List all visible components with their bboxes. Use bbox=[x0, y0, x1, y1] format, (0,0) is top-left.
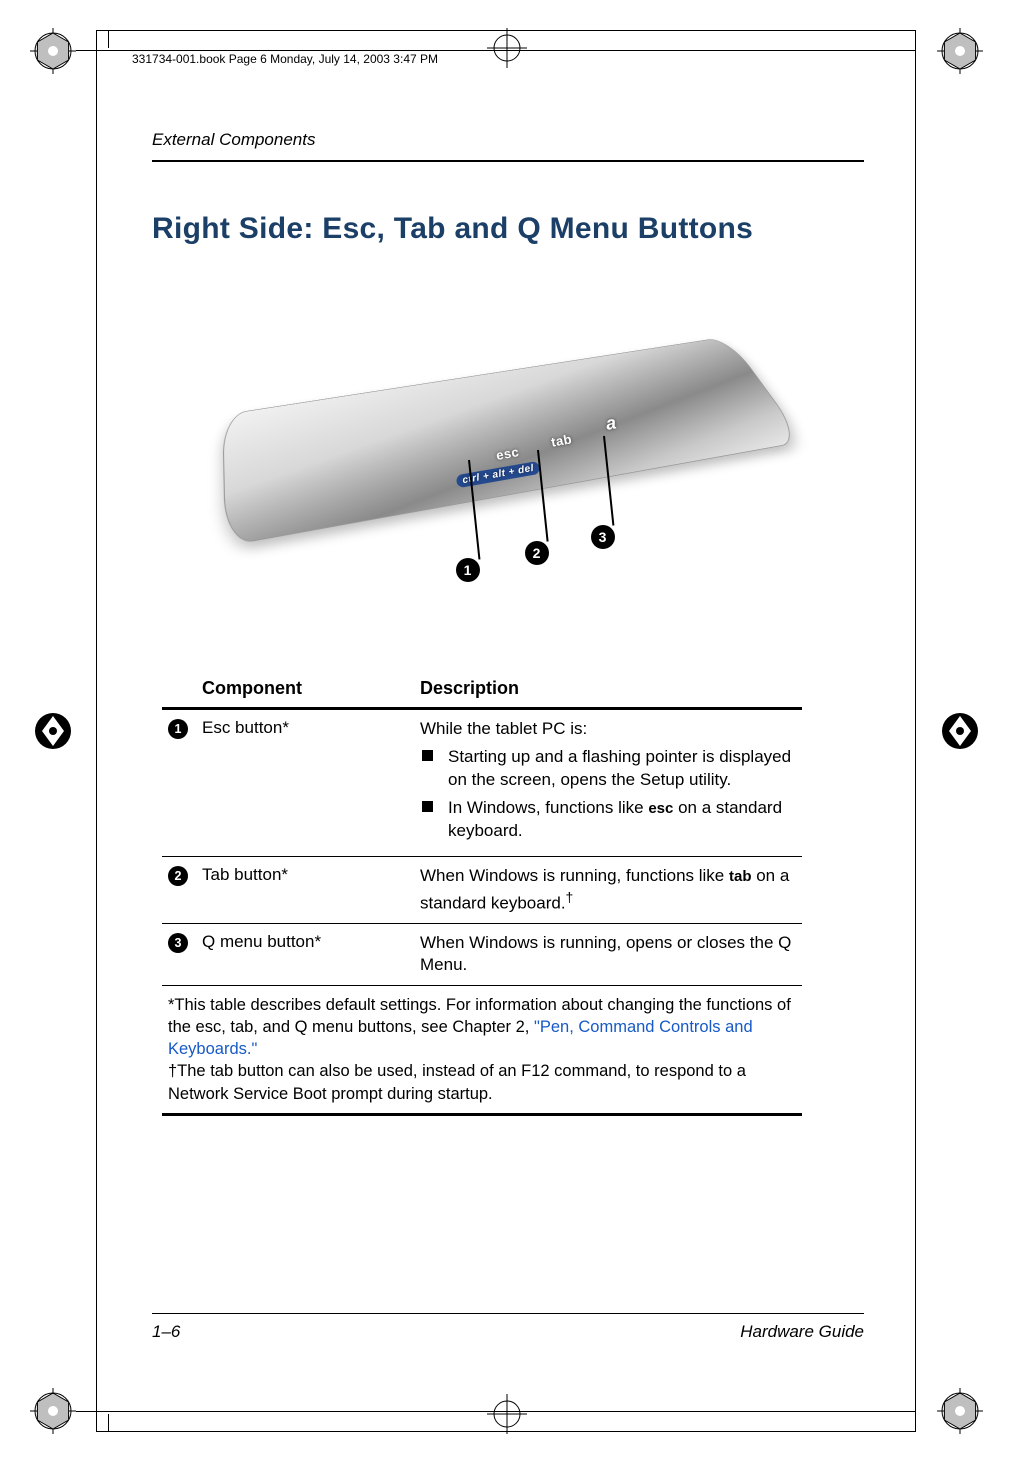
description-text: When Windows is running, functions like … bbox=[420, 865, 796, 915]
registration-mark-icon bbox=[937, 1388, 983, 1434]
row-number-icon: 2 bbox=[168, 866, 188, 886]
section-title: Right Side: Esc, Tab and Q Menu Buttons bbox=[152, 212, 864, 246]
components-table: Component Description 1 Esc button* Whil… bbox=[162, 678, 802, 1116]
registration-mark-icon bbox=[937, 28, 983, 74]
row-number-icon: 3 bbox=[168, 933, 188, 953]
page-content: External Components Right Side: Esc, Tab… bbox=[152, 130, 864, 1116]
registration-mark-icon bbox=[30, 1388, 76, 1434]
component-name: Tab button* bbox=[196, 857, 414, 924]
description-intro: While the tablet PC is: bbox=[420, 718, 796, 740]
footnote-dagger: †The tab button can also be used, instea… bbox=[168, 1060, 796, 1105]
description-bullet: Starting up and a flashing pointer is di… bbox=[448, 746, 796, 791]
component-name: Esc button* bbox=[196, 709, 414, 857]
registration-mark-icon bbox=[937, 708, 983, 754]
device-figure: ctrl + alt + del esc tab a 1 2 3 bbox=[231, 278, 786, 618]
table-header-description: Description bbox=[414, 678, 802, 709]
footnote-star: *This table describes default settings. … bbox=[168, 994, 796, 1061]
table-header-component: Component bbox=[196, 678, 414, 709]
tablet-pc-illustration bbox=[222, 336, 804, 546]
table-footnote-row: *This table describes default settings. … bbox=[162, 985, 802, 1114]
registration-mark-icon bbox=[30, 708, 76, 754]
book-stamp: 331734-001.book Page 6 Monday, July 14, … bbox=[132, 52, 438, 66]
row-number-icon: 1 bbox=[168, 719, 188, 739]
table-row: 2 Tab button* When Windows is running, f… bbox=[162, 857, 802, 924]
table-row: 1 Esc button* While the tablet PC is: St… bbox=[162, 709, 802, 857]
callout-2-icon: 2 bbox=[525, 541, 549, 565]
callout-3-icon: 3 bbox=[591, 525, 615, 549]
description-bullet: In Windows, functions like esc on a stan… bbox=[448, 797, 796, 842]
component-name: Q menu button* bbox=[196, 923, 414, 985]
page-number: 1–6 bbox=[152, 1322, 180, 1342]
callout-1-icon: 1 bbox=[456, 558, 480, 582]
description-text: When Windows is running, opens or closes… bbox=[420, 932, 796, 977]
running-head: External Components bbox=[152, 130, 864, 162]
table-row: 3 Q menu button* When Windows is running… bbox=[162, 923, 802, 985]
document-title: Hardware Guide bbox=[740, 1322, 864, 1342]
page-footer: 1–6 Hardware Guide bbox=[152, 1313, 864, 1342]
registration-mark-icon bbox=[30, 28, 76, 74]
